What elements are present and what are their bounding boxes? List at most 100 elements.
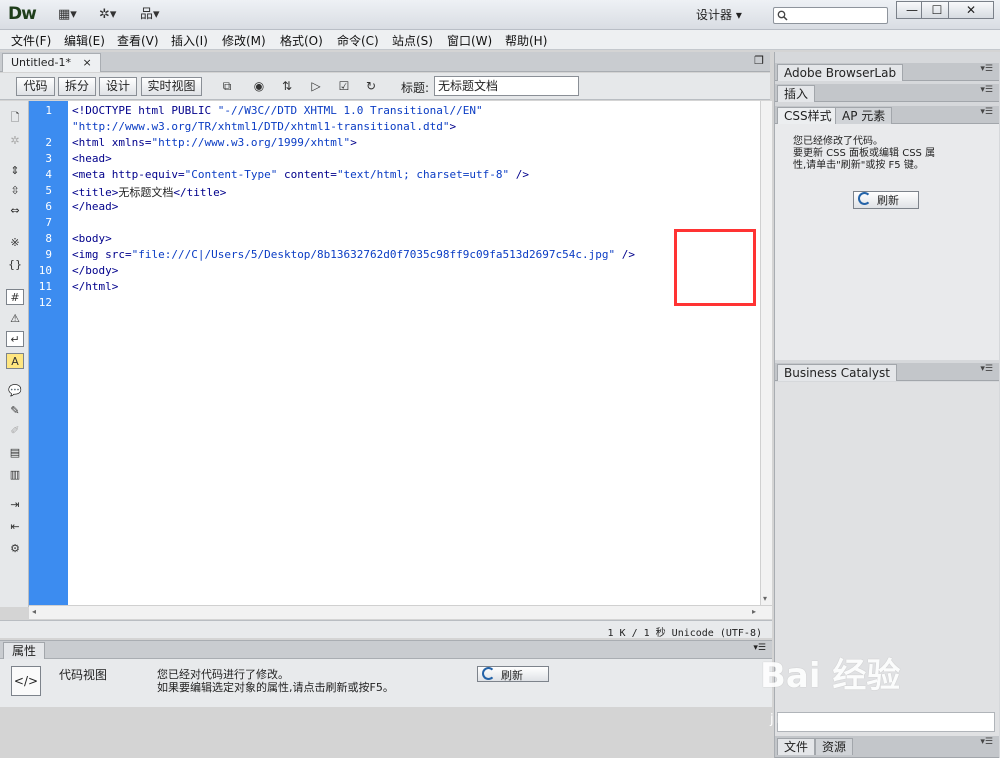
highlight-annotation-box [674, 229, 756, 306]
panel-menu-icon[interactable]: ▾☰ [980, 64, 993, 74]
horizontal-scrollbar[interactable]: ◂ ▸ [29, 605, 772, 619]
css-refresh-button[interactable]: 刷新 [853, 191, 919, 209]
show-code-navigator-icon[interactable]: ✲ [6, 133, 24, 149]
preview-browser-icon[interactable]: ◉ [250, 78, 268, 95]
menu-bar: 文件(F) 编辑(E) 查看(V) 插入(I) 修改(M) 格式(O) 命令(C… [0, 30, 1000, 50]
scroll-down-icon[interactable]: ▾ [763, 594, 767, 603]
chevron-down-icon: ▾ [735, 8, 742, 22]
properties-tab[interactable]: 属性 [3, 642, 46, 659]
refresh-icon [482, 667, 495, 680]
design-view-button[interactable]: 设计 [99, 77, 137, 96]
code-token: </body> [72, 264, 119, 277]
live-view-button[interactable]: 实时视图 [141, 77, 202, 96]
code-token: <title> [72, 186, 119, 199]
open-documents-icon[interactable]: 🗋 [6, 110, 24, 126]
css-message-1: 您已经修改了代码。 [793, 136, 883, 147]
document-tab-bar: Untitled-1* × ❐ [0, 52, 770, 72]
expand-all-icon[interactable]: ⇔ [6, 203, 24, 219]
code-token: "text/html; charset=utf-8" [336, 168, 510, 181]
document-tab[interactable]: Untitled-1* × [2, 53, 101, 72]
document-title-input[interactable]: 无标题文档 [434, 76, 579, 96]
workspace-switcher[interactable]: 设计器 ▾ [696, 6, 742, 23]
menu-file[interactable]: 文件(F) [11, 32, 51, 49]
files-tab[interactable]: 文件 [777, 738, 816, 755]
code-token: 无标题文档 [118, 186, 174, 199]
wrap-tag-icon[interactable]: ✐ [6, 423, 24, 439]
collapse-tag-icon[interactable]: ⇕ [6, 163, 24, 179]
business-catalyst-panel-header: Business Catalyst ▾☰ [775, 363, 999, 381]
help-search-input[interactable] [773, 7, 888, 24]
menu-help[interactable]: 帮助(H) [505, 32, 547, 49]
validate-icon[interactable]: ☑ [335, 78, 353, 95]
code-token: <img [72, 248, 106, 261]
split-view-button[interactable]: 拆分 [58, 77, 96, 96]
ap-elements-tab[interactable]: AP 元素 [835, 107, 893, 124]
restore-icon[interactable]: ❐ [754, 54, 764, 67]
properties-message-2: 如果要编辑选定对象的属性,请点击刷新或按F5。 [157, 681, 394, 694]
multiscreen-icon[interactable]: ⧉ [218, 78, 236, 95]
close-icon: ✕ [965, 3, 977, 17]
panel-menu-icon[interactable]: ▾☰ [980, 364, 993, 374]
collapse-selection-icon[interactable]: ⇳ [6, 183, 24, 199]
line-number: 11 [38, 280, 52, 293]
code-view-button[interactable]: 代码 [16, 77, 55, 96]
properties-refresh-button[interactable]: 刷新 [477, 666, 549, 682]
menu-insert[interactable]: 插入(I) [171, 32, 208, 49]
code-token: </title> [173, 186, 227, 199]
css-panel-header: CSS样式 AP 元素 ▾☰ [775, 106, 999, 124]
apply-comment-icon[interactable]: 💬 [6, 383, 24, 399]
code-token: /> [615, 248, 635, 261]
refresh-label: 刷新 [877, 194, 899, 207]
menu-format[interactable]: 格式(O) [280, 32, 323, 49]
assets-tab[interactable]: 资源 [815, 738, 854, 755]
gear-icon[interactable]: ✲▾ [99, 6, 116, 24]
business-catalyst-tab[interactable]: Business Catalyst [777, 364, 897, 381]
site-icon[interactable]: 品▾ [140, 6, 160, 24]
code-token: "http://www.w3.org/TR/xhtml1/DTD/xhtml1-… [72, 120, 450, 133]
panel-menu-icon[interactable]: ▾☰ [980, 737, 993, 747]
code-token: > [350, 136, 357, 149]
menu-modify[interactable]: 修改(M) [222, 32, 266, 49]
close-icon[interactable]: × [82, 56, 91, 69]
menu-edit[interactable]: 编辑(E) [64, 32, 105, 49]
balance-braces-icon[interactable]: {} [6, 257, 24, 273]
scroll-left-icon[interactable]: ◂ [32, 607, 36, 616]
workspace-label: 设计器 [696, 8, 733, 22]
file-management-icon[interactable]: ⇅ [278, 78, 296, 95]
menu-site[interactable]: 站点(S) [392, 32, 433, 49]
scroll-right-icon[interactable]: ▸ [752, 607, 756, 616]
word-wrap-icon[interactable]: ↵ [6, 331, 24, 347]
css-styles-tab[interactable]: CSS样式 [777, 107, 839, 124]
browserlab-tab[interactable]: Adobe BrowserLab [777, 64, 904, 81]
close-button[interactable]: ✕ [948, 1, 994, 19]
remove-comment-icon[interactable]: ✎ [6, 403, 24, 419]
line-numbers-icon[interactable]: # [6, 289, 24, 305]
syntax-coloring-icon[interactable]: A [6, 353, 24, 369]
code-line: <body> [72, 232, 112, 245]
highlight-invalid-icon[interactable]: ⚠ [6, 311, 24, 327]
panel-menu-icon[interactable]: ▾☰ [980, 107, 993, 117]
code-line: <!DOCTYPE html PUBLIC "-//W3C//DTD XHTML… [72, 104, 483, 117]
format-source-icon[interactable]: ⚙ [6, 541, 24, 557]
code-token: </html> [72, 280, 119, 293]
panel-menu-icon[interactable]: ▾☰ [980, 85, 993, 95]
insert-tab[interactable]: 插入 [777, 85, 816, 102]
select-parent-tag-icon[interactable]: ※ [6, 235, 24, 251]
move-css-icon[interactable]: ▥ [6, 467, 24, 483]
code-token: <meta [72, 168, 112, 181]
refresh-icon[interactable]: ↻ [362, 78, 380, 95]
line-number: 2 [45, 136, 52, 149]
indent-code-icon[interactable]: ⇥ [6, 497, 24, 513]
code-token: xmlns= [111, 136, 152, 149]
layout-icon[interactable]: ▦▾ [58, 6, 77, 24]
check-browser-icon[interactable]: ▷ [307, 78, 325, 95]
line-number: 1 [45, 104, 52, 117]
code-editor[interactable]: <!DOCTYPE html PUBLIC "-//W3C//DTD XHTML… [68, 101, 760, 605]
menu-view[interactable]: 查看(V) [117, 32, 159, 49]
menu-window[interactable]: 窗口(W) [447, 32, 492, 49]
line-number: 9 [45, 248, 52, 261]
vertical-scrollbar[interactable]: ▾ [760, 101, 772, 605]
outdent-code-icon[interactable]: ⇤ [6, 519, 24, 535]
menu-commands[interactable]: 命令(C) [337, 32, 379, 49]
recent-snippets-icon[interactable]: ▤ [6, 445, 24, 461]
